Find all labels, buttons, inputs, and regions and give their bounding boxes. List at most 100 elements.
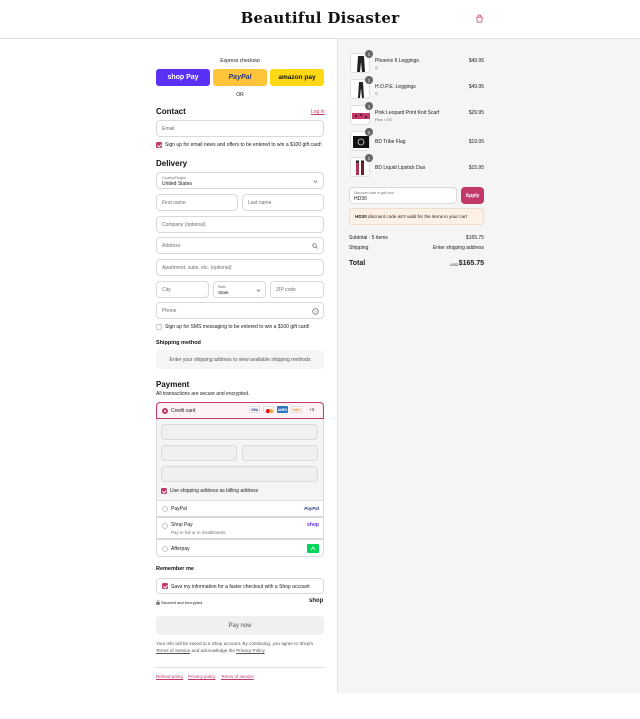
quantity-badge: 1	[365, 76, 373, 84]
name-on-card-field[interactable]	[161, 466, 318, 482]
shop-pay-subtitle: Pay in full or in installments	[171, 530, 226, 535]
footer-divider	[156, 667, 324, 668]
country-value: United States	[162, 181, 193, 187]
chevron-down-icon	[313, 180, 318, 183]
subtotal-value: $165.75	[465, 235, 484, 241]
card-number-field[interactable]	[161, 424, 318, 440]
lock-icon	[156, 600, 160, 605]
item-price: $49.95	[468, 84, 484, 90]
item-name: BD Tribe Flag	[375, 139, 406, 145]
item-variant: S	[375, 91, 378, 96]
address-field[interactable]: Address	[156, 237, 324, 254]
apply-button[interactable]: Apply	[461, 187, 484, 204]
apartment-placeholder: Apartment, suite, etc. (optional)	[162, 264, 232, 271]
pay-now-button[interactable]: Pay now	[156, 616, 324, 635]
sms-checkbox[interactable]	[156, 324, 162, 330]
zip-placeholder: ZIP code	[276, 286, 296, 293]
last-name-placeholder: Last name	[248, 199, 272, 206]
paypal-logo: PayPal	[304, 506, 319, 511]
discount-label: Discount code or gift card	[354, 190, 394, 195]
paypal-radio[interactable]	[162, 506, 168, 512]
country-select[interactable]: Country/Region United States	[156, 172, 324, 189]
item-name: BD Liquid Lipstick Duo	[375, 165, 426, 171]
svg-text:?: ?	[314, 309, 317, 314]
shipping-method-title: Shipping method	[156, 340, 201, 346]
security-code-field[interactable]	[242, 445, 318, 461]
privacy-policy-link[interactable]: Privacy policy	[188, 674, 216, 679]
apartment-field[interactable]: Apartment, suite, etc. (optional)	[156, 259, 324, 276]
expiration-field[interactable]	[161, 445, 237, 461]
item-price: $49.95	[468, 58, 484, 64]
or-divider: OR	[236, 92, 244, 98]
city-field[interactable]: City	[156, 281, 209, 298]
legal-notice: Your info will be saved to a Shop accoun…	[156, 640, 324, 654]
billing-label: Use shipping address as billing address	[170, 488, 259, 494]
currency-label: USD	[450, 262, 459, 267]
discover-icon: DISC	[291, 406, 302, 413]
shop-pay-option[interactable]: Shop Pay Pay in full or in installments …	[156, 517, 324, 539]
shipping-method-note: Enter your shipping address to view avai…	[156, 350, 324, 369]
address-placeholder: Address	[162, 242, 181, 249]
paypal-option[interactable]: PayPal PayPal	[156, 500, 324, 517]
item-variant: S	[375, 65, 378, 70]
last-name-field[interactable]: Last name	[242, 194, 324, 211]
quantity-badge: 1	[365, 102, 373, 110]
delivery-title: Delivery	[156, 159, 188, 168]
privacy-link[interactable]: Privacy Policy	[236, 648, 264, 653]
discount-code-field[interactable]: Discount code or gift card HD30	[349, 187, 457, 204]
billing-checkbox[interactable]	[161, 488, 167, 494]
state-label: State	[218, 285, 227, 289]
first-name-field[interactable]: First name	[156, 194, 238, 211]
credit-card-radio[interactable]	[162, 407, 168, 414]
item-name: Phoenix II Leggings	[375, 58, 419, 64]
phone-placeholder: Phone	[162, 307, 177, 314]
state-select[interactable]: State State	[213, 281, 266, 298]
company-field[interactable]: Company (optional)	[156, 216, 324, 233]
email-placeholder: Email	[162, 125, 175, 132]
credit-card-label: Credit card	[171, 408, 196, 414]
terms-link[interactable]: Terms of Service	[156, 648, 190, 653]
item-name: H.O.P.E. Leggings	[375, 84, 416, 90]
paypal-button[interactable]: PayPal	[213, 69, 267, 86]
shop-logo: shop	[309, 598, 324, 604]
contact-title: Contact	[156, 107, 186, 116]
search-icon	[312, 243, 318, 249]
mastercard-icon	[263, 406, 274, 413]
quantity-badge: 1	[365, 154, 373, 162]
store-logo[interactable]: Beautiful Disaster	[0, 9, 640, 27]
legal-and: and acknowledge the	[191, 648, 235, 653]
chevron-down-icon	[256, 289, 261, 292]
error-text: discount code isn't valid for the items …	[368, 214, 467, 219]
visa-icon: VISA	[249, 406, 260, 413]
discount-value: HD30	[354, 196, 367, 202]
country-label: Country/Region	[162, 176, 187, 180]
remember-me-checkbox[interactable]	[162, 583, 168, 589]
shop-pay-logo: shop	[307, 522, 319, 528]
shipping-label: Shipping	[349, 245, 369, 251]
legal-text: Your info will be saved to a Shop accoun…	[156, 641, 314, 646]
shop-pay-radio[interactable]	[162, 523, 168, 529]
afterpay-radio[interactable]	[162, 545, 168, 552]
newsletter-label: Sign up for email news and offers to be …	[165, 142, 322, 148]
item-price: $29.95	[468, 110, 484, 116]
shipping-value: Enter shipping address	[432, 245, 484, 251]
first-name-placeholder: First name	[162, 199, 186, 206]
amazon-pay-button[interactable]: amazon pay	[270, 69, 324, 86]
help-icon[interactable]: ?	[312, 308, 319, 315]
refund-policy-link[interactable]: Refund policy	[156, 674, 183, 679]
order-summary-panel	[337, 39, 640, 693]
email-field[interactable]: Email	[156, 120, 324, 137]
state-value: State	[218, 290, 229, 295]
phone-field[interactable]: Phone ?	[156, 302, 324, 319]
newsletter-checkbox[interactable]	[156, 142, 162, 148]
zip-field[interactable]: ZIP code	[270, 281, 324, 298]
login-link[interactable]: Log in	[311, 109, 325, 115]
terms-of-service-link[interactable]: Terms of service	[221, 674, 254, 679]
remember-me-title: Remember me	[156, 566, 194, 572]
shop-pay-button[interactable]: shop Pay	[156, 69, 210, 86]
quantity-badge: 1	[365, 50, 373, 58]
afterpay-icon	[307, 544, 319, 553]
afterpay-option[interactable]: Afterpay	[156, 539, 324, 557]
shopping-bag-icon[interactable]	[475, 14, 484, 23]
total-label: Total	[349, 260, 366, 267]
